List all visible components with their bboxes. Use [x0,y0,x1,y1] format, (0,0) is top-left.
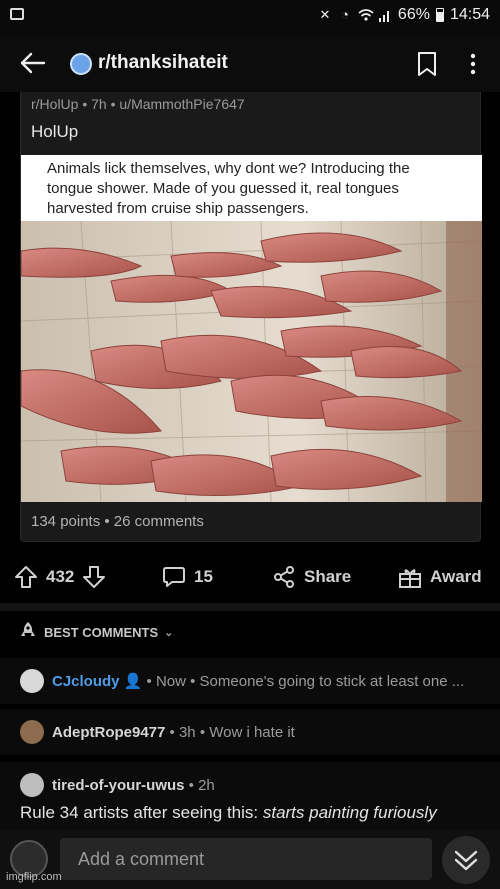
app-header: r/thanksihateit [0,34,500,92]
comment-header: AdeptRope9477 • 3h • Wow i hate it [52,724,295,741]
sort-label: BEST COMMENTS [44,625,159,640]
comment-username[interactable]: CJcloudy [52,673,120,690]
comment-input[interactable] [60,838,432,880]
award-icon [398,565,422,589]
subreddit-avatar[interactable] [70,53,92,75]
downvote-icon[interactable] [82,565,106,589]
post-caption: Animals lick themselves, why dont we? In… [21,155,482,221]
comments-button[interactable]: 15 [162,565,213,589]
watermark: imgflip.com [6,871,62,883]
comment-count: 15 [194,567,213,586]
share-button[interactable]: Share [272,565,351,589]
comment-header: tired-of-your-uwus • 2h [52,777,215,794]
vote-group: 432 [14,565,106,589]
avatar[interactable] [20,720,44,744]
comment-composer-bar [0,830,500,889]
comment-body: Rule 34 artists after seeing this: start… [20,803,437,823]
subreddit-name[interactable]: r/thanksihateit [98,52,228,74]
comment-meta: • 2h [184,777,215,794]
award-button[interactable]: Award [398,565,482,589]
avatar[interactable] [20,773,44,797]
chevron-down-icon: ⌄ [164,627,174,639]
battery-percent: 66% [397,6,430,23]
comment-row[interactable]: tired-of-your-uwus • 2h Rule 34 artists … [0,762,500,830]
post-image[interactable] [21,221,482,502]
status-right: ✕ ◔ 66% 14:54 [318,6,490,24]
tongue-wall-illustration [21,221,482,502]
mod-person-icon: 👤 [123,673,143,690]
post-meta: r/HolUp • 7h • u/MammothPie7647 [31,96,245,112]
comment-body-text: Rule 34 artists after seeing this: [20,803,263,822]
post-stats: 134 points • 26 comments [31,513,204,530]
clock: 14:54 [449,6,490,23]
signal-icon [378,8,392,22]
comment-row[interactable]: CJcloudy 👤 • Now • Someone's going to st… [0,658,500,704]
comment-username[interactable]: tired-of-your-uwus [52,777,185,794]
vote-count: 432 [46,567,75,586]
comment-sort[interactable]: BEST COMMENTS ⌄ [18,621,173,644]
award-label: Award [430,567,482,586]
collapse-threads-button[interactable] [442,836,490,884]
comment-row[interactable]: AdeptRope9477 • 3h • Wow i hate it [0,709,500,755]
battery-icon [435,8,444,22]
comment-meta: • Now • Someone's going to stick at leas… [142,673,465,690]
back-arrow-icon[interactable] [18,48,48,78]
mute-icon: ✕ [319,7,331,22]
post-title[interactable]: HolUp [31,122,78,142]
double-chevron-down-icon [454,850,478,871]
alarm-icon: ◔ [340,7,349,22]
comment-header: CJcloudy 👤 • Now • Someone's going to st… [52,672,464,690]
share-icon [272,565,296,589]
comment-username[interactable]: AdeptRope9477 [52,724,165,741]
crosspost-card[interactable]: r/HolUp • 7h • u/MammothPie7647 HolUp An… [20,92,482,542]
comment-body-italic: starts painting furiously [262,803,437,822]
upvote-icon[interactable] [14,565,38,589]
comment-bubble-icon [162,565,186,589]
action-bar: 432 15 Share Award [0,555,500,601]
avatar[interactable] [20,669,44,693]
rocket-icon [18,621,38,644]
status-bar: ✕ ◔ 66% 14:54 [0,0,500,34]
share-label: Share [304,567,352,586]
more-icon[interactable] [468,51,478,77]
image-icon [10,8,24,20]
section-divider [0,603,500,611]
bookmark-icon[interactable] [416,51,438,77]
wifi-icon [358,8,374,22]
comment-meta: • 3h • Wow i hate it [165,724,295,741]
